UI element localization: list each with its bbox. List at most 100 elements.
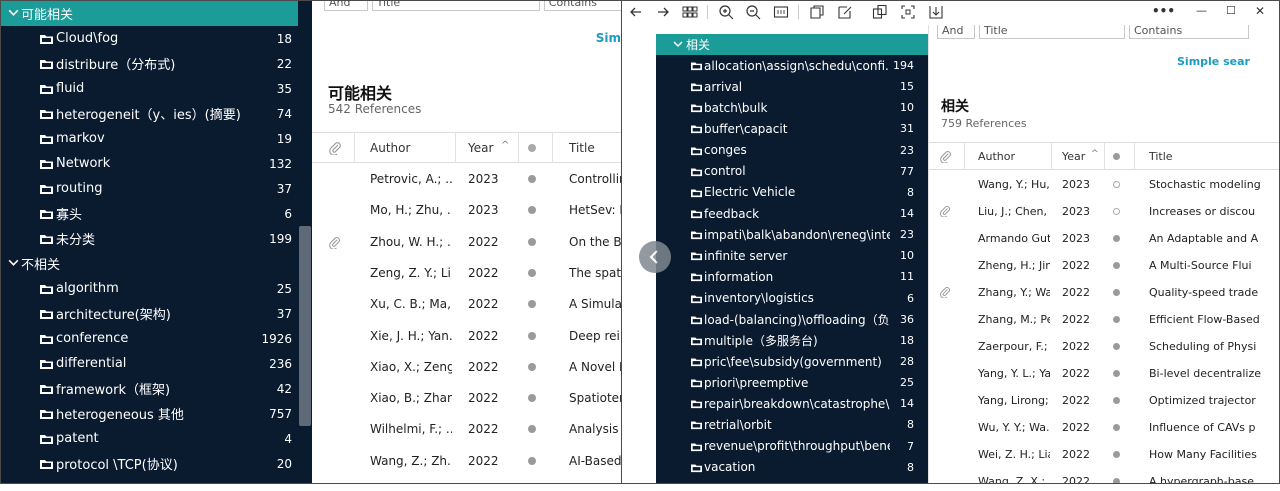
title-column-header[interactable]: Title — [569, 141, 595, 155]
zoom-out-icon[interactable] — [745, 4, 761, 20]
sidebar-item[interactable]: differential 236 — [1, 351, 312, 376]
group-header[interactable]: 相关 — [656, 34, 928, 55]
read-status-dot[interactable] — [1113, 208, 1120, 215]
sidebar-item[interactable]: conges 23 — [656, 140, 928, 161]
attachment-icon[interactable] — [939, 205, 951, 217]
close-button[interactable]: ✕ — [1255, 4, 1265, 18]
search-op-select[interactable]: And — [937, 25, 975, 39]
table-row[interactable]: Zeng, Z. Y.; Li,... 2022 The spati — [312, 258, 621, 289]
collapse-panel-button[interactable] — [639, 241, 671, 273]
author-column-header[interactable]: Author — [978, 150, 1015, 163]
minimize-button[interactable]: — — [1196, 4, 1207, 17]
attachment-icon[interactable] — [939, 286, 951, 298]
edit-icon[interactable] — [837, 4, 853, 20]
read-status-dot[interactable] — [1113, 397, 1120, 404]
sidebar-item[interactable]: heterogeneit（y、ies）(摘要) 74 — [1, 101, 312, 126]
sidebar-item[interactable]: inventory\logistics 6 — [656, 288, 928, 309]
sidebar-item[interactable]: priori\preemptive 25 — [656, 372, 928, 393]
sidebar-item[interactable]: heterogeneous 其他 757 — [1, 401, 312, 426]
group-header[interactable]: 可能相关 — [1, 1, 312, 26]
sort-ascending-icon[interactable]: ^ — [501, 140, 509, 151]
search-op-select[interactable]: And — [324, 1, 368, 11]
read-status-dot[interactable] — [528, 362, 536, 371]
table-row[interactable]: Wang, Z.; Zh... 2022 AI-Based — [312, 446, 621, 477]
back-arrow-icon[interactable] — [628, 4, 644, 20]
read-status-dot[interactable] — [528, 237, 536, 246]
read-status-dot[interactable] — [1113, 289, 1120, 296]
sidebar-item[interactable]: pric\fee\subsidy(government) 28 — [656, 351, 928, 372]
table-row[interactable]: Xie, J. H.; Yan... 2022 Deep rein — [312, 321, 621, 352]
read-status-dot[interactable] — [1113, 316, 1120, 323]
table-row[interactable]: Xiao, X.; Zeng... 2022 A Novel D — [312, 352, 621, 383]
read-status-dot[interactable] — [1113, 451, 1120, 458]
sidebar-item[interactable]: control 77 — [656, 161, 928, 182]
download-icon[interactable] — [928, 4, 944, 20]
sidebar-item[interactable]: markov 19 — [1, 126, 312, 151]
crop-icon[interactable] — [900, 4, 916, 20]
more-options-icon[interactable]: ••• — [1152, 4, 1175, 18]
search-condition-select[interactable]: Contains — [543, 1, 621, 11]
table-row[interactable]: Xu, C. B.; Ma, ... 2022 A Simulat — [312, 289, 621, 320]
title-column-header[interactable]: Title — [1149, 150, 1173, 163]
sidebar-item[interactable]: revenue\profit\throughput\benefit 7 — [656, 436, 928, 457]
read-status-dot[interactable] — [528, 206, 536, 215]
table-row[interactable]: Petrovic, A.; ... 2023 Controllin — [312, 164, 621, 195]
open-icon[interactable] — [809, 4, 825, 20]
table-row[interactable]: Zhou, W. H.; ... 2022 On the Be — [312, 227, 621, 258]
chevron-down-icon[interactable] — [672, 38, 684, 50]
table-row[interactable]: Armando Gut... 2023 An Adaptable and A — [929, 225, 1279, 252]
sidebar-item[interactable]: vacation 8 — [656, 457, 928, 478]
sidebar-item[interactable]: conference 1926 — [1, 326, 312, 351]
sidebar-item[interactable]: load-(balancing)\offloading（负... 36 — [656, 309, 928, 330]
read-status-dot[interactable] — [528, 300, 536, 309]
read-status-dot[interactable] — [528, 331, 536, 340]
table-row[interactable]: Wei, Z. H.; Lia... 2022 How Many Facilitie… — [929, 441, 1279, 468]
sidebar-item[interactable]: arrival 15 — [656, 76, 928, 97]
read-status-dot[interactable] — [1113, 181, 1120, 188]
sidebar-item[interactable]: Network 132 — [1, 151, 312, 176]
sidebar-item[interactable]: repair\breakdown\catastrophe\c... 14 — [656, 393, 928, 414]
sidebar-item[interactable]: Electric Vehicle 8 — [656, 182, 928, 203]
search-condition-select[interactable]: Contains — [1129, 25, 1249, 39]
sidebar-item[interactable]: retrial\orbit 8 — [656, 414, 928, 435]
read-status-column-icon[interactable] — [528, 144, 536, 152]
forward-arrow-icon[interactable] — [655, 4, 671, 20]
sidebar-item[interactable]: allocation\assign\schedu\confi... 194 — [656, 55, 928, 76]
year-column-header[interactable]: Year — [1062, 150, 1085, 163]
read-status-dot[interactable] — [1113, 478, 1120, 483]
table-row[interactable]: Mo, H.; Zhu, ... 2023 HetSev: E — [312, 195, 621, 226]
scrollbar-thumb[interactable] — [299, 226, 311, 426]
read-status-dot[interactable] — [1113, 235, 1120, 242]
table-row[interactable]: Xiao, B.; Zhan... 2022 Spatioten — [312, 383, 621, 414]
sidebar-item[interactable]: protocol \TCP(协议) 20 — [1, 451, 312, 476]
table-row[interactable]: Zhang, M.; Pe... 2022 Efficient Flow-Based — [929, 306, 1279, 333]
table-row[interactable]: Wang, Y.; Hu,... 2023 Stochastic modeling — [929, 171, 1279, 198]
sidebar-item[interactable]: Cloud\fog 18 — [1, 26, 312, 51]
table-row[interactable]: Yang, Y. L.; Ya... 2022 Bi-level decentral… — [929, 360, 1279, 387]
search-field-select[interactable]: Title — [371, 1, 540, 11]
read-status-dot[interactable] — [528, 394, 536, 403]
read-status-dot[interactable] — [1113, 262, 1120, 269]
read-status-dot[interactable] — [528, 456, 536, 465]
read-status-dot[interactable] — [528, 268, 536, 277]
sidebar-item[interactable]: 寡头 6 — [1, 201, 312, 226]
read-status-dot[interactable] — [1113, 370, 1120, 377]
maximize-button[interactable]: ☐ — [1226, 4, 1236, 17]
read-status-dot[interactable] — [528, 425, 536, 434]
read-status-dot[interactable] — [1113, 424, 1120, 431]
year-column-header[interactable]: Year — [468, 141, 493, 155]
sidebar-item[interactable]: information 11 — [656, 266, 928, 287]
group-header[interactable]: 不相关 — [1, 251, 312, 276]
sidebar-item[interactable]: distribure（分布式) 22 — [1, 51, 312, 76]
read-status-dot[interactable] — [528, 175, 536, 183]
sidebar-item[interactable]: architecture(架构) 37 — [1, 301, 312, 326]
table-row[interactable]: Zhang, Y.; Wa... 2022 Quality-speed trade — [929, 279, 1279, 306]
read-status-column-icon[interactable] — [1113, 153, 1120, 160]
attachment-icon[interactable] — [328, 236, 341, 249]
table-row[interactable]: Wang, Z. X.;... 2022 A hypergraph-base — [929, 468, 1279, 483]
chevron-down-icon[interactable] — [7, 6, 20, 19]
sort-ascending-icon[interactable]: ^ — [1091, 149, 1099, 159]
left-sidebar-scrollbar[interactable] — [298, 1, 312, 483]
table-row[interactable]: Wu, Y. Y.; Wa... 2022 Influence of CAVs p — [929, 414, 1279, 441]
sidebar-item[interactable]: patent 4 — [1, 426, 312, 451]
